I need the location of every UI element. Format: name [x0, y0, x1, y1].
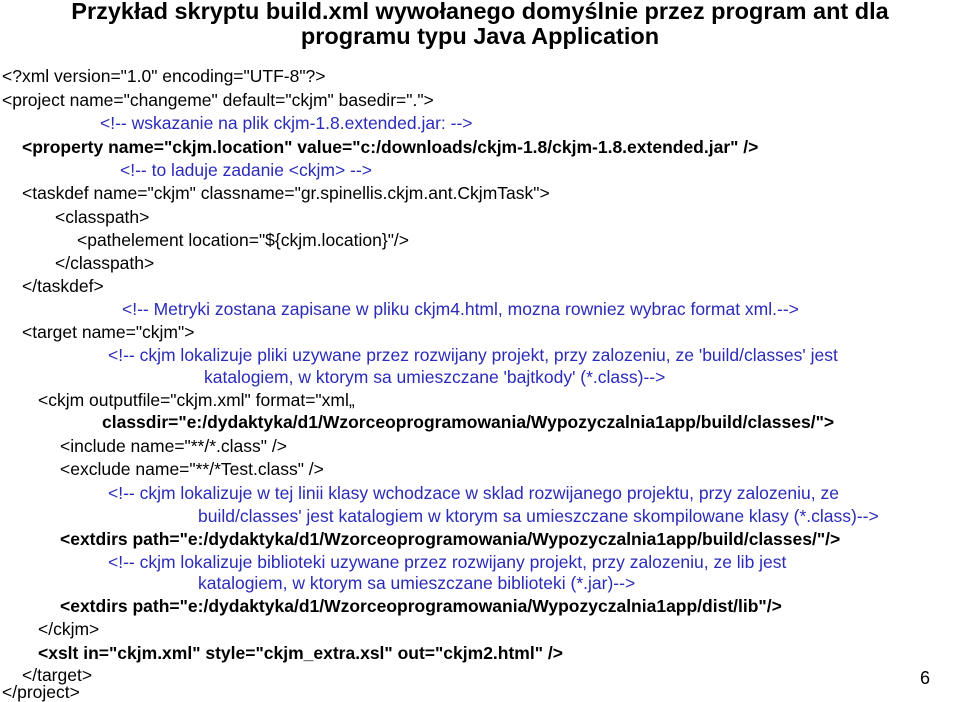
include-tag: <include name="**/*.class" />: [60, 436, 287, 456]
comment-line: <!-- to laduje zadanie <ckjm> -->: [120, 160, 372, 180]
comment-line-continued: build/classes' jest katalogiem w ktorym …: [198, 506, 879, 526]
ckjm-classdir-attr: classdir="e:/dydaktyka/d1/Wzorceoprogram…: [102, 412, 835, 432]
page-number: 6: [919, 668, 930, 688]
extdirs-tag: <extdirs path="e:/dydaktyka/d1/Wzorceopr…: [60, 596, 782, 616]
taskdef-close-tag: </taskdef>: [22, 276, 104, 296]
xml-declaration: <?xml version="1.0" encoding="UTF-8"?>: [2, 66, 326, 86]
project-close-tag: </project>: [2, 682, 80, 702]
comment-line: <!-- wskazanie na plik ckjm-1.8.extended…: [100, 113, 473, 133]
extdirs-tag: <extdirs path="e:/dydaktyka/d1/Wzorceopr…: [60, 529, 841, 549]
comment-line: <!-- ckjm lokalizuje w tej linii klasy w…: [108, 483, 839, 503]
project-open-tag: <project name="changeme" default="ckjm" …: [2, 90, 434, 110]
comment-line-continued: katalogiem, w ktorym sa umieszczane bibl…: [198, 573, 636, 593]
comment-line-continued: katalogiem, w ktorym sa umieszczane 'baj…: [204, 367, 666, 387]
slide-title-line-2: programu typu Java Application: [300, 23, 660, 49]
ckjm-close-tag: </ckjm>: [38, 619, 100, 639]
comment-line: <!-- Metryki zostana zapisane w pliku ck…: [122, 299, 799, 319]
target-open-tag: <target name="ckjm">: [22, 322, 195, 342]
comment-line: <!-- ckjm lokalizuje biblioteki uzywane …: [108, 552, 787, 572]
classpath-open-tag: <classpath>: [55, 207, 150, 227]
classpath-close-tag: </classpath>: [55, 253, 155, 273]
pathelement-tag: <pathelement location="${ckjm.location}"…: [77, 230, 410, 250]
slide-title-line-1: Przykład skryptu build.xml wywołanego do…: [71, 0, 889, 24]
xslt-tag: <xslt in="ckjm.xml" style="ckjm_extra.xs…: [38, 643, 563, 663]
ckjm-open-tag: <ckjm outputfile="ckjm.xml" format="xml„: [38, 390, 355, 410]
taskdef-open-tag: <taskdef name="ckjm" classname="gr.spine…: [22, 183, 550, 203]
property-tag: <property name="ckjm.location" value="c:…: [22, 137, 759, 157]
comment-line: <!-- ckjm lokalizuje pliki uzywane przez…: [108, 345, 838, 365]
exclude-tag: <exclude name="**/*Test.class" />: [60, 459, 324, 479]
